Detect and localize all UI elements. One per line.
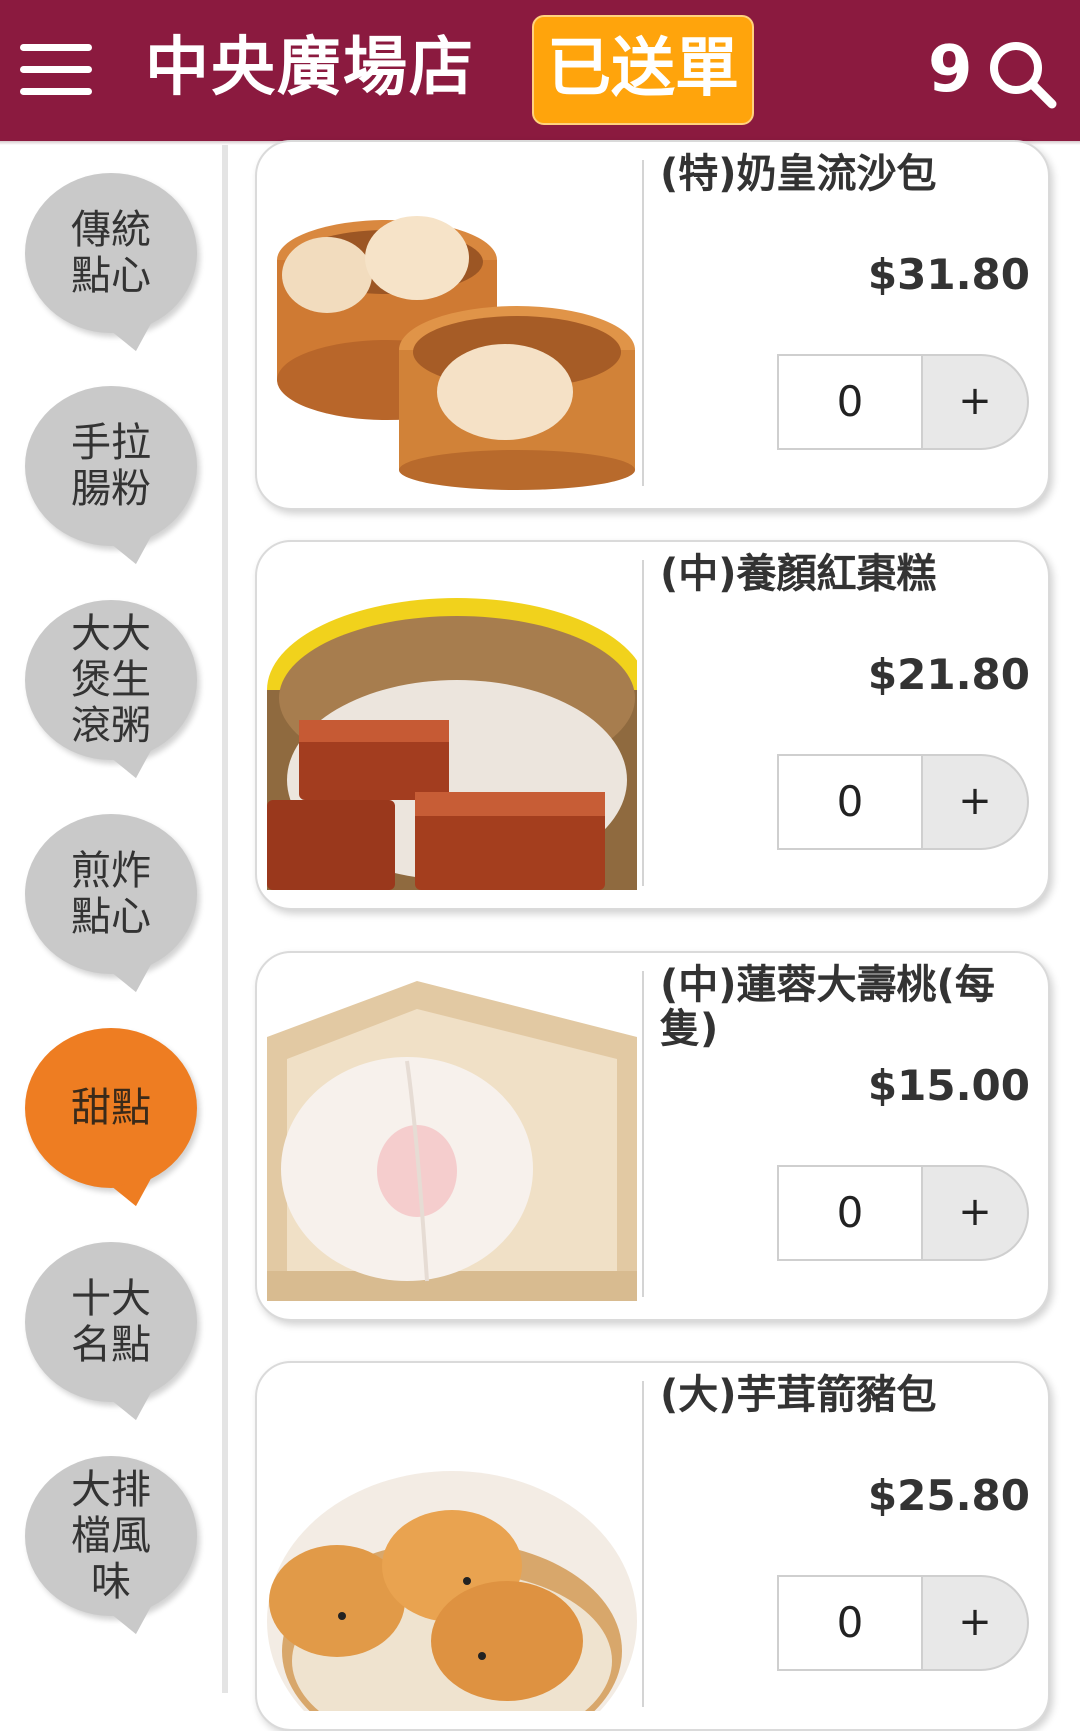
- category-label: 煎炸點心: [71, 848, 151, 940]
- card-divider: [642, 560, 644, 886]
- category-fried-dim-sum[interactable]: 煎炸點心: [25, 814, 197, 974]
- longevity-peach-bun-image[interactable]: [267, 981, 637, 1301]
- category-label: 傳統點心: [71, 207, 151, 299]
- menu-item-card: (大)芋茸箭豬包 $25.80 0 +: [255, 1361, 1050, 1731]
- search-icon[interactable]: [986, 38, 1058, 110]
- category-label: 大排檔風味: [71, 1467, 151, 1605]
- category-congee[interactable]: 大大煲生滾粥: [25, 600, 197, 760]
- quantity-input[interactable]: 0: [777, 1165, 923, 1261]
- item-price: $31.80: [867, 250, 1030, 299]
- card-divider: [642, 1381, 644, 1707]
- menu-item-card: (中)養顏紅棗糕 $21.80 0 +: [255, 540, 1050, 910]
- item-price: $21.80: [867, 650, 1030, 699]
- category-top-ten[interactable]: 十大名點: [25, 1242, 197, 1402]
- item-name: (大)芋茸箭豬包: [660, 1372, 937, 1418]
- order-status-button[interactable]: 已送單: [532, 15, 754, 125]
- quantity-input[interactable]: 0: [777, 354, 923, 450]
- store-name: 中央廣場店: [145, 31, 475, 105]
- menu-item-card: (中)蓮蓉大壽桃(每隻) $15.00 0 +: [255, 951, 1050, 1321]
- card-divider: [642, 971, 644, 1297]
- quantity-stepper: 0 +: [777, 354, 1029, 450]
- category-label: 甜點: [71, 1085, 151, 1131]
- add-button[interactable]: +: [921, 754, 1029, 850]
- category-label: 手拉腸粉: [71, 420, 151, 512]
- add-button[interactable]: +: [921, 1575, 1029, 1671]
- quantity-stepper: 0 +: [777, 1165, 1029, 1261]
- item-price: $25.80: [867, 1471, 1030, 1520]
- item-name: (中)養顏紅棗糕: [660, 551, 937, 597]
- card-divider: [642, 160, 644, 486]
- add-button[interactable]: +: [921, 1165, 1029, 1261]
- hedgehog-taro-bun-image[interactable]: [267, 1391, 637, 1711]
- menu-item-card: (特)奶皇流沙包 $31.80 0 +: [255, 140, 1050, 510]
- category-desserts[interactable]: 甜點: [25, 1028, 197, 1188]
- category-label: 大大煲生滾粥: [71, 611, 151, 749]
- menu-icon[interactable]: [20, 42, 92, 98]
- add-button[interactable]: +: [921, 354, 1029, 450]
- quantity-stepper: 0 +: [777, 754, 1029, 850]
- quantity-input[interactable]: 0: [777, 1575, 923, 1671]
- category-rice-noodle-roll[interactable]: 手拉腸粉: [25, 386, 197, 546]
- category-label: 十大名點: [71, 1276, 151, 1368]
- steamed-custard-bun-image[interactable]: [267, 170, 637, 490]
- quantity-stepper: 0 +: [777, 1575, 1029, 1671]
- item-name: (中)蓮蓉大壽桃(每隻): [660, 962, 995, 1052]
- item-name: (特)奶皇流沙包: [660, 151, 937, 197]
- cart-count[interactable]: 9: [928, 30, 973, 110]
- quantity-input[interactable]: 0: [777, 754, 923, 850]
- sidebar-divider: [222, 145, 228, 1693]
- red-date-cake-image[interactable]: [267, 570, 637, 890]
- top-app-bar: 中央廣場店 已送單 9: [0, 0, 1080, 145]
- item-price: $15.00: [867, 1061, 1030, 1110]
- category-street-food[interactable]: 大排檔風味: [25, 1456, 197, 1616]
- category-traditional-dim-sum[interactable]: 傳統點心: [25, 173, 197, 333]
